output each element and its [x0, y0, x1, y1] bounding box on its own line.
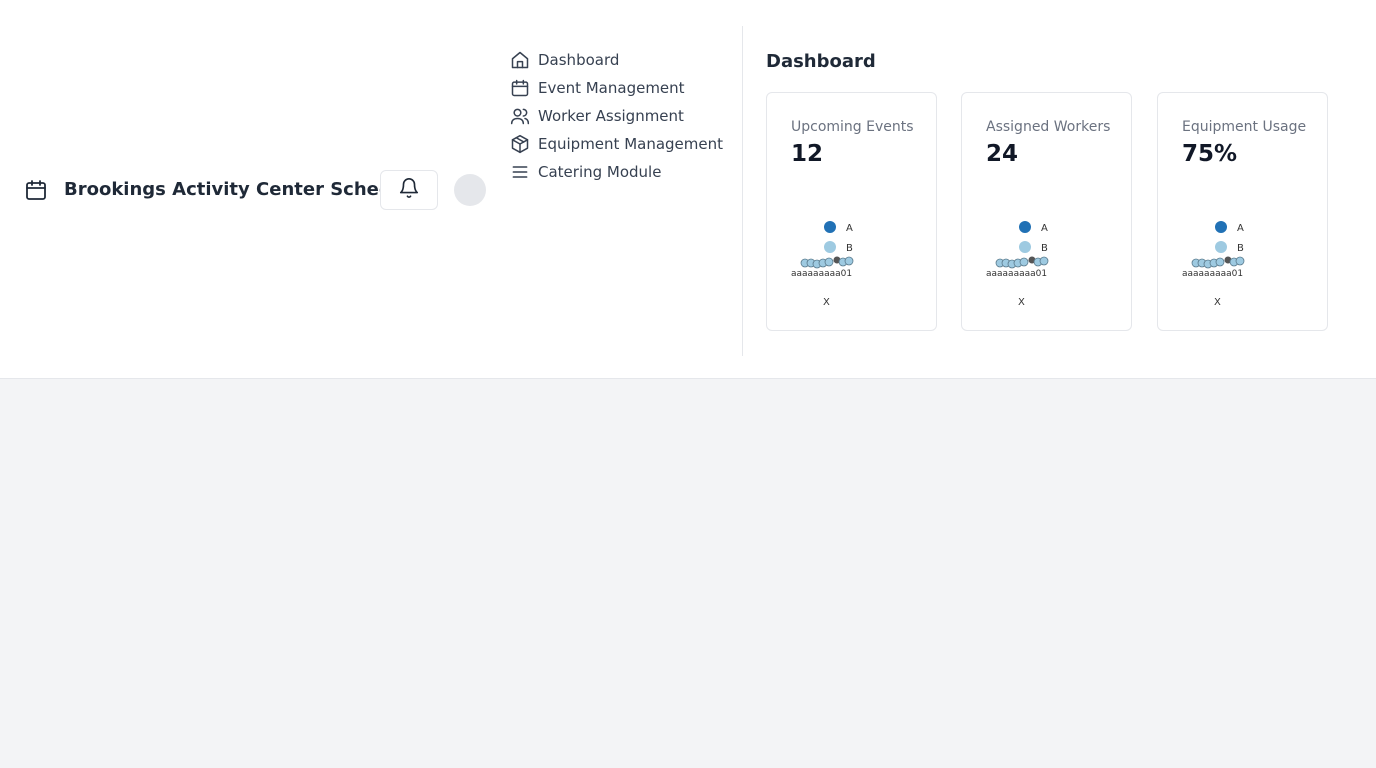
chart-points [995, 256, 1049, 269]
nav-item-equipment-management[interactable]: Equipment Management [510, 130, 723, 158]
legend-marker-b [1019, 241, 1031, 253]
chart-tick-labels: aaaaaaaaa01 [791, 269, 852, 279]
calendar-icon [510, 78, 530, 98]
stat-card-value: 75% [1182, 141, 1238, 167]
brand-logo [24, 178, 48, 202]
chart-point [824, 257, 834, 267]
stat-card-value: 12 [791, 141, 824, 167]
mini-chart: A B aaaaaaaaa01 X [1182, 221, 1245, 308]
avatar[interactable] [454, 174, 486, 206]
nav-item-label: Catering Module [538, 163, 662, 181]
divider [742, 26, 743, 356]
stat-card-title: Assigned Workers [986, 119, 1111, 135]
users-icon [510, 106, 530, 126]
legend-marker-a [824, 221, 836, 233]
nav-item-label: Equipment Management [538, 135, 724, 153]
nav-item-label: Dashboard [538, 51, 620, 69]
legend-marker-a [1215, 221, 1227, 233]
nav-item-worker-assignment[interactable]: Worker Assignment [510, 102, 723, 130]
page-title: Dashboard [766, 51, 876, 72]
nav-item-catering-module[interactable]: Catering Module [510, 158, 723, 186]
chart-point [1039, 256, 1049, 266]
chart-x-label: X [823, 297, 830, 308]
stat-card-title: Equipment Usage [1182, 119, 1307, 135]
chart-point [1215, 257, 1225, 267]
stat-card-title: Upcoming Events [791, 119, 914, 135]
chart-x-label: X [1214, 297, 1221, 308]
nav-item-label: Worker Assignment [538, 107, 684, 125]
chart-tick-labels: aaaaaaaaa01 [1182, 269, 1243, 279]
stat-card-upcoming-events: Upcoming Events 12 A B aaaaaaaaa01 X [766, 92, 937, 331]
mini-chart: A B aaaaaaaaa01 X [791, 221, 854, 308]
nav-item-dashboard[interactable]: Dashboard [510, 46, 723, 74]
nav-item-event-management[interactable]: Event Management [510, 74, 723, 102]
chart-point [844, 256, 854, 266]
nav-item-label: Event Management [538, 79, 685, 97]
legend-label-a: A [846, 223, 853, 234]
main-nav: Dashboard Event Management Worker Assign… [510, 46, 723, 186]
home-icon [510, 50, 530, 70]
menu-icon [510, 162, 530, 182]
stat-card-value: 24 [986, 141, 1019, 167]
legend-label-b: B [846, 243, 853, 254]
app-title: Brookings Activity Center Scheduler [64, 179, 432, 200]
box-icon [510, 134, 530, 154]
legend-marker-b [1215, 241, 1227, 253]
notifications-button[interactable] [380, 170, 438, 210]
chart-x-label: X [1018, 297, 1025, 308]
legend-label-b: B [1041, 243, 1048, 254]
legend-label-a: A [1237, 223, 1244, 234]
chart-point [1235, 256, 1245, 266]
bell-icon [398, 177, 420, 203]
legend-label-a: A [1041, 223, 1048, 234]
calendar-icon [24, 178, 48, 202]
mini-chart: A B aaaaaaaaa01 X [986, 221, 1049, 308]
legend-label-b: B [1237, 243, 1244, 254]
chart-point [1019, 257, 1029, 267]
legend-marker-b [824, 241, 836, 253]
chart-points [800, 256, 854, 269]
stat-card-equipment-usage: Equipment Usage 75% A B aaaaaaaaa01 X [1157, 92, 1328, 331]
stat-card-assigned-workers: Assigned Workers 24 A B aaaaaaaaa01 X [961, 92, 1132, 331]
legend-marker-a [1019, 221, 1031, 233]
chart-tick-labels: aaaaaaaaa01 [986, 269, 1047, 279]
chart-points [1191, 256, 1245, 269]
